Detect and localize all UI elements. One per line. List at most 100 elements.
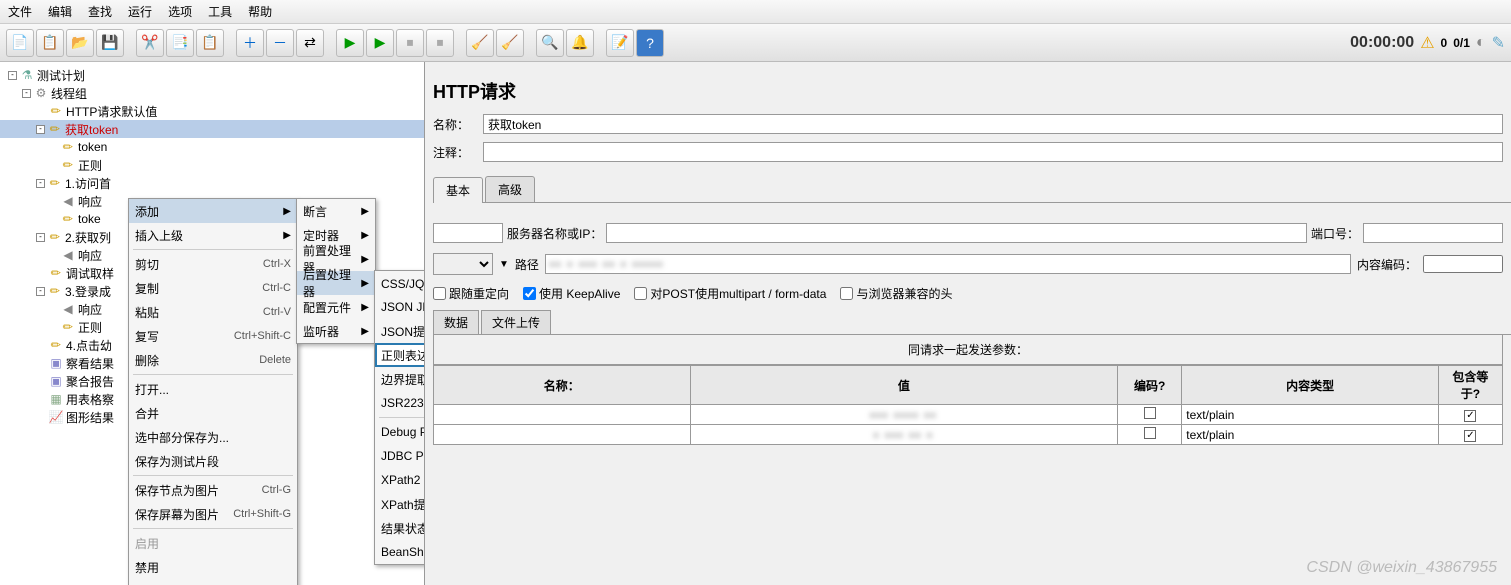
comment-input[interactable] <box>483 142 1503 162</box>
cm-config[interactable]: 配置元件▶ <box>297 295 375 319</box>
tree-item[interactable]: ✎HTTP请求默认值 <box>0 102 424 120</box>
menu-tools[interactable]: 工具 <box>208 3 232 20</box>
toggle-icon[interactable]: ⇄ <box>296 29 324 57</box>
clearall-icon[interactable]: 🧹 <box>496 29 524 57</box>
cm-regex[interactable]: 正则表达式提取器 <box>375 343 425 367</box>
cm-jmes[interactable]: JSON JMESPath Extractor <box>375 295 425 319</box>
cm-toggle[interactable]: 切换Ctrl-T <box>129 579 297 585</box>
cm-cut[interactable]: 剪切Ctrl-X <box>129 252 297 276</box>
template-icon[interactable]: 📋 <box>36 29 64 57</box>
menu-file[interactable]: 文件 <box>8 3 32 20</box>
cm-listen[interactable]: 监听器▶ <box>297 319 375 343</box>
new-icon[interactable]: 📄 <box>6 29 34 57</box>
open-icon[interactable]: 📂 <box>66 29 94 57</box>
path-label: 路径 <box>515 256 539 273</box>
col-enc[interactable]: 编码? <box>1118 366 1182 405</box>
reset-search-icon[interactable]: 🔔 <box>566 29 594 57</box>
cm-boundary[interactable]: 边界提取器 <box>375 367 425 391</box>
enc-checkbox[interactable] <box>1144 407 1156 419</box>
port-input[interactable] <box>1363 223 1503 243</box>
cm-merge[interactable]: 合并 <box>129 401 297 425</box>
chk-multipart[interactable]: 对POST使用multipart / form-data <box>634 285 826 302</box>
cm-save-node[interactable]: 保存节点为图片Ctrl-G <box>129 478 297 502</box>
play-icon[interactable]: ▶ <box>336 29 364 57</box>
cm-debug[interactable]: Debug PostProcessor <box>375 420 425 444</box>
function-icon[interactable]: 📝 <box>606 29 634 57</box>
cm-open[interactable]: 打开... <box>129 377 297 401</box>
cm-assert[interactable]: 断言▶ <box>297 199 375 223</box>
encode-input[interactable] <box>1423 255 1503 273</box>
clear-icon[interactable]: 🧹 <box>466 29 494 57</box>
plus-icon[interactable]: ＋ <box>236 29 264 57</box>
paste-icon[interactable]: 📋 <box>196 29 224 57</box>
col-eq[interactable]: 包含等于? <box>1438 366 1502 405</box>
toolbar: 📄 📋 📂 💾 ✂️ 📑 📋 ＋ － ⇄ ▶ ▶ ⏹ ⏹ 🧹 🧹 🔍 🔔 📝 ?… <box>0 24 1511 62</box>
cm-css[interactable]: CSS/JQuery提取器 <box>375 271 425 295</box>
tree-item[interactable]: ✎正则 <box>0 156 424 174</box>
cm-post[interactable]: 后置处理器▶ <box>297 271 375 295</box>
stop-icon[interactable]: ⏹ <box>396 29 424 57</box>
tab-advanced[interactable]: 高级 <box>485 176 535 202</box>
search-icon[interactable]: 🔍 <box>536 29 564 57</box>
play-next-icon[interactable]: ▶ <box>366 29 394 57</box>
cm-jsr[interactable]: JSR223 PostProcessor <box>375 391 425 415</box>
tree-root[interactable]: -⚗测试计划 <box>0 66 424 84</box>
shutdown-icon[interactable]: ⏹ <box>426 29 454 57</box>
panel-title: HTTP请求 <box>433 62 1511 114</box>
cm-delete[interactable]: 删除Delete <box>129 348 297 372</box>
col-name[interactable]: 名称： <box>434 366 691 405</box>
menu-edit[interactable]: 编辑 <box>48 3 72 20</box>
cm-disable[interactable]: 禁用 <box>129 555 297 579</box>
subtab-data[interactable]: 数据 <box>433 310 479 334</box>
cm-paste[interactable]: 粘贴Ctrl-V <box>129 300 297 324</box>
save-icon[interactable]: 💾 <box>96 29 124 57</box>
cm-insert[interactable]: 插入上级▶ <box>129 223 297 247</box>
menu-find[interactable]: 查找 <box>88 3 112 20</box>
tree-item-selected[interactable]: -✎获取token <box>0 120 424 138</box>
server-input[interactable] <box>606 223 1307 243</box>
protocol-input[interactable] <box>433 223 503 243</box>
cm-save-frag[interactable]: 保存为测试片段 <box>129 449 297 473</box>
menu-run[interactable]: 运行 <box>128 3 152 20</box>
globe-icon[interactable]: ◐ <box>1476 34 1486 52</box>
cm-jdbc[interactable]: JDBC PostProcessor <box>375 444 425 468</box>
cm-save-sel[interactable]: 选中部分保存为... <box>129 425 297 449</box>
assert-icon: ◀ <box>60 193 76 209</box>
enc-checkbox[interactable] <box>1144 427 1156 439</box>
tab-basic[interactable]: 基本 <box>433 177 483 203</box>
cm-dup[interactable]: 复写Ctrl+Shift-C <box>129 324 297 348</box>
context-menu-add: 断言▶ 定时器▶ 前置处理器▶ 后置处理器▶ 配置元件▶ 监听器▶ <box>296 198 376 344</box>
help-icon[interactable]: ? <box>636 29 664 57</box>
menu-help[interactable]: 帮助 <box>248 3 272 20</box>
copy-icon[interactable]: 📑 <box>166 29 194 57</box>
context-menu-post: CSS/JQuery提取器 JSON JMESPath Extractor JS… <box>374 270 425 565</box>
path-input[interactable]: ▪▪ ▪ ▪▪▪ ▪▪ ▪ ▪▪▪▪▪ <box>545 254 1351 274</box>
cm-json[interactable]: JSON提取器 <box>375 319 425 343</box>
col-val[interactable]: 值 <box>690 366 1118 405</box>
tree-group[interactable]: -⚙线程组 <box>0 84 424 102</box>
minus-icon[interactable]: － <box>266 29 294 57</box>
cm-copy[interactable]: 复制Ctrl-C <box>129 276 297 300</box>
chk-browser[interactable]: 与浏览器兼容的头 <box>840 285 952 302</box>
param-row[interactable]: ▪▪▪ ▪▪▪▪ ▪▪ text/plain <box>434 405 1503 425</box>
chk-keepalive[interactable]: 使用 KeepAlive <box>523 285 620 302</box>
cm-result[interactable]: 结果状态处理器 <box>375 516 425 540</box>
cm-xpath[interactable]: XPath提取器 <box>375 492 425 516</box>
eq-checkbox[interactable] <box>1464 410 1476 422</box>
cm-add[interactable]: 添加▶ <box>129 199 297 223</box>
subtab-file[interactable]: 文件上传 <box>481 310 551 334</box>
cm-xpath2[interactable]: XPath2 Extractor <box>375 468 425 492</box>
feather-icon[interactable]: ✎ <box>1492 33 1505 53</box>
tree-item[interactable]: ✎token <box>0 138 424 156</box>
name-input[interactable] <box>483 114 1503 134</box>
cut-icon[interactable]: ✂️ <box>136 29 164 57</box>
col-type[interactable]: 内容类型 <box>1182 366 1439 405</box>
method-select[interactable] <box>433 253 493 275</box>
menu-options[interactable]: 选项 <box>168 3 192 20</box>
tree-item[interactable]: -✎1.访问首 <box>0 174 424 192</box>
eq-checkbox[interactable] <box>1464 430 1476 442</box>
cm-save-screen[interactable]: 保存屏幕为图片Ctrl+Shift-G <box>129 502 297 526</box>
cm-bean[interactable]: BeanShell PostProcessor <box>375 540 425 564</box>
param-row[interactable]: ▪ ▪▪▪ ▪▪ ▪ text/plain <box>434 425 1503 445</box>
chk-redirect[interactable]: 跟随重定向 <box>433 285 509 302</box>
